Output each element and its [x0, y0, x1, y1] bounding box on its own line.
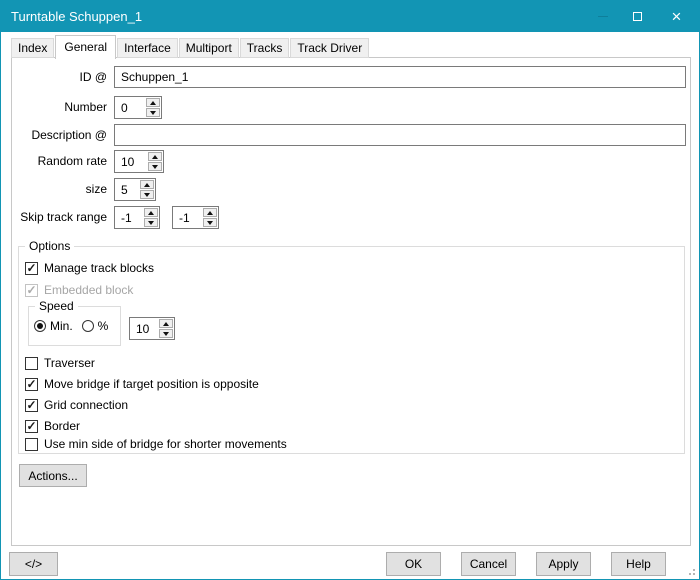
checkbox-icon: ✓ — [25, 262, 38, 275]
window-title: Turntable Schuppen_1 — [1, 9, 142, 24]
minimize-button[interactable] — [586, 1, 620, 32]
tab-bar: Index General Interface Multiport Tracks… — [11, 34, 370, 58]
spinner-up-button[interactable] — [203, 208, 217, 217]
maximize-button[interactable] — [620, 1, 654, 32]
checkbox-icon: ✓ — [25, 357, 38, 370]
close-button[interactable]: × — [654, 1, 699, 32]
arrow-down-icon — [152, 165, 158, 169]
spinner-down-button[interactable] — [159, 329, 173, 338]
number-label: Number — [12, 96, 107, 119]
arrow-down-icon — [148, 221, 154, 225]
resize-grip[interactable] — [693, 573, 695, 575]
spinner-up-button[interactable] — [148, 152, 162, 161]
tab-interface[interactable]: Interface — [117, 38, 178, 58]
checkbox-icon: ✓ — [25, 399, 38, 412]
options-groupbox: Options ✓ Manage track blocks ✓ Embedded… — [18, 246, 685, 454]
actions-button[interactable]: Actions... — [19, 464, 87, 487]
skip-track-range-from-spinner[interactable]: -1 — [114, 206, 160, 229]
random-rate-spinner[interactable]: 10 — [114, 150, 164, 173]
arrow-up-icon — [163, 322, 169, 326]
traverser-checkbox[interactable]: ✓ Traverser — [25, 356, 95, 370]
id-input[interactable] — [114, 66, 686, 88]
dialog-window: Turntable Schuppen_1 × Index General Int… — [0, 0, 700, 580]
spinner-down-button[interactable] — [203, 218, 217, 227]
use-min-side-checkbox[interactable]: ✓ Use min side of bridge for shorter mov… — [25, 437, 287, 451]
arrow-down-icon — [207, 221, 213, 225]
spinner-down-button[interactable] — [146, 108, 160, 117]
spinner-up-button[interactable] — [144, 208, 158, 217]
tab-tracks[interactable]: Tracks — [240, 38, 290, 58]
move-bridge-checkbox[interactable]: ✓ Move bridge if target position is oppo… — [25, 377, 259, 391]
tab-general[interactable]: General — [55, 35, 116, 59]
size-spinner[interactable]: 5 — [114, 178, 156, 201]
titlebar[interactable]: Turntable Schuppen_1 × — [1, 1, 699, 32]
description-label: Description @ — [12, 124, 107, 146]
number-spinner-value: 0 — [115, 97, 145, 118]
speed-value-spinner[interactable]: 10 — [129, 317, 175, 340]
embedded-block-checkbox: ✓ Embedded block — [25, 283, 133, 297]
manage-track-blocks-checkbox[interactable]: ✓ Manage track blocks — [25, 261, 154, 275]
radio-icon — [34, 320, 46, 332]
arrow-up-icon — [150, 101, 156, 105]
arrow-down-icon — [163, 332, 169, 336]
arrow-up-icon — [148, 211, 154, 215]
skip-track-range-label: Skip track range — [12, 206, 107, 229]
apply-button[interactable]: Apply — [536, 552, 591, 576]
random-rate-spinner-value: 10 — [115, 151, 147, 172]
speed-spinner-value: 10 — [130, 318, 158, 339]
arrow-up-icon — [207, 211, 213, 215]
minimize-icon — [598, 16, 608, 17]
window-controls: × — [586, 1, 699, 32]
spinner-up-button[interactable] — [159, 319, 173, 328]
ok-button[interactable]: OK — [386, 552, 441, 576]
grid-connection-checkbox[interactable]: ✓ Grid connection — [25, 398, 128, 412]
spinner-down-button[interactable] — [140, 190, 154, 199]
description-input[interactable] — [114, 124, 686, 146]
arrow-down-icon — [144, 193, 150, 197]
speed-percent-radio[interactable]: % — [82, 319, 109, 333]
speed-groupbox: Speed Min. % — [28, 306, 121, 346]
speed-group-label: Speed — [35, 299, 78, 313]
checkbox-icon: ✓ — [25, 284, 38, 297]
arrow-up-icon — [144, 183, 150, 187]
skip-track-range-to-spinner[interactable]: -1 — [172, 206, 219, 229]
arrow-down-icon — [150, 111, 156, 115]
skip-track-range-to-value: -1 — [173, 207, 202, 228]
help-button[interactable]: Help — [611, 552, 666, 576]
arrow-up-icon — [152, 155, 158, 159]
skip-track-range-from-value: -1 — [115, 207, 143, 228]
tab-track-driver[interactable]: Track Driver — [290, 38, 369, 58]
code-button[interactable]: </> — [9, 552, 58, 576]
options-group-label: Options — [25, 239, 74, 253]
spinner-up-button[interactable] — [146, 98, 160, 107]
spinner-down-button[interactable] — [148, 162, 162, 171]
checkbox-icon: ✓ — [25, 420, 38, 433]
number-spinner[interactable]: 0 — [114, 96, 162, 119]
speed-min-radio[interactable]: Min. — [34, 319, 73, 333]
size-label: size — [12, 178, 107, 201]
tab-index[interactable]: Index — [11, 38, 54, 58]
size-spinner-value: 5 — [115, 179, 139, 200]
tab-panel-general: ID @ Number 0 Description @ Random rate … — [11, 57, 691, 546]
checkbox-icon: ✓ — [25, 378, 38, 391]
cancel-button[interactable]: Cancel — [461, 552, 516, 576]
id-label: ID @ — [12, 66, 107, 88]
border-checkbox[interactable]: ✓ Border — [25, 419, 80, 433]
spinner-down-button[interactable] — [144, 218, 158, 227]
close-icon: × — [672, 8, 682, 25]
radio-icon — [82, 320, 94, 332]
maximize-icon — [633, 12, 642, 21]
random-rate-label: Random rate — [12, 150, 107, 173]
tab-multiport[interactable]: Multiport — [179, 38, 239, 58]
checkbox-icon: ✓ — [25, 438, 38, 451]
spinner-up-button[interactable] — [140, 180, 154, 189]
